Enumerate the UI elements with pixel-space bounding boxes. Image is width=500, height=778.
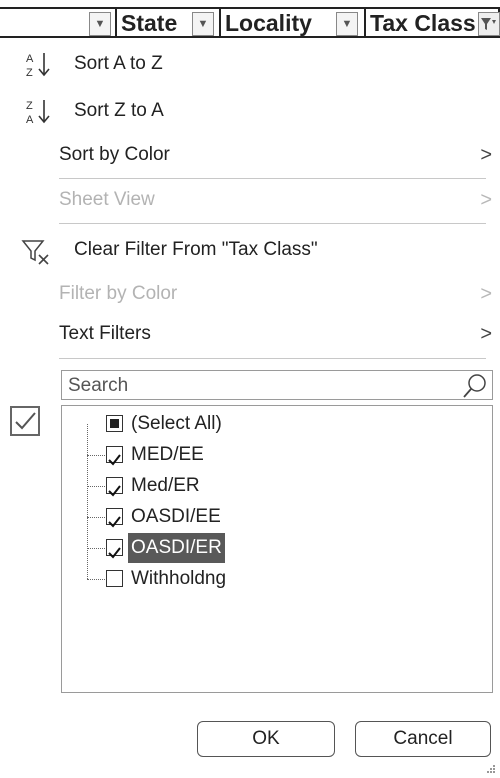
cancel-button[interactable]: Cancel <box>355 721 491 757</box>
column-header-label: Tax Class <box>370 10 476 36</box>
state-filter-dropdown[interactable]: ▼ <box>192 12 214 36</box>
select-all-checkbox[interactable] <box>106 415 123 432</box>
sort-a-to-z-label: Sort A to Z <box>74 53 163 74</box>
column-header-row: ▼ State ▼ Locality ▼ Tax Class <box>0 0 500 38</box>
checkmark-icon <box>108 547 121 559</box>
checkmark-icon <box>15 412 36 430</box>
search-input[interactable] <box>66 372 450 400</box>
checkmark-icon <box>108 485 121 497</box>
svg-text:Z: Z <box>26 100 33 112</box>
chevron-right-icon: > <box>480 323 492 345</box>
clear-filter-label: Clear Filter From "Tax Class" <box>74 239 318 260</box>
list-item-label: OASDI/ER <box>128 533 225 563</box>
text-filters-item[interactable]: Text Filters > <box>0 314 500 354</box>
item-checkbox[interactable] <box>106 446 123 466</box>
svg-text:A: A <box>26 53 34 65</box>
tree-connector <box>87 517 105 518</box>
tree-connector <box>87 424 88 579</box>
list-item-label: MED/EE <box>131 444 204 465</box>
checkmark-icon <box>108 454 121 466</box>
sheet-view-item: Sheet View > <box>0 180 500 220</box>
list-item-label: Med/ER <box>131 475 200 496</box>
svg-text:A: A <box>26 114 34 125</box>
sort-by-color-label: Sort by Color <box>59 144 170 165</box>
search-icon[interactable] <box>461 372 489 400</box>
sheet-view-label: Sheet View <box>59 189 155 210</box>
sort-az-icon: A Z <box>26 53 50 78</box>
list-item-label: (Select All) <box>131 413 222 434</box>
list-item-label: OASDI/EE <box>131 506 221 527</box>
filter-value-list[interactable]: (Select All) MED/EE Med/ER OASDI/EE OASD… <box>61 405 493 693</box>
item-checkbox[interactable] <box>106 477 123 497</box>
sort-za-icon: Z A <box>26 100 50 125</box>
tree-connector <box>87 455 105 456</box>
tree-connector <box>87 486 105 487</box>
dropdown-arrow-icon: ▼ <box>94 18 106 30</box>
chevron-right-icon: > <box>480 283 492 305</box>
column-header-label: State <box>121 10 178 36</box>
sort-by-color-item[interactable]: Sort by Color > <box>0 135 500 175</box>
svg-text:Z: Z <box>26 67 33 78</box>
tax-class-filter-dropdown[interactable] <box>478 12 500 36</box>
menu-divider <box>59 223 486 224</box>
chevron-right-icon: > <box>480 189 492 211</box>
filter-by-color-label: Filter by Color <box>59 283 178 304</box>
item-checkbox[interactable] <box>106 539 123 559</box>
item-checkbox[interactable] <box>106 570 123 587</box>
checkmark-icon <box>108 516 121 528</box>
column-filter-dropdown[interactable]: ▼ <box>89 12 111 36</box>
tree-connector <box>87 579 105 580</box>
clear-filter-item[interactable]: Clear Filter From "Tax Class" <box>0 230 500 270</box>
search-box[interactable] <box>61 370 493 400</box>
filter-active-icon <box>481 18 496 30</box>
partial-check-icon <box>110 419 119 428</box>
locality-filter-dropdown[interactable]: ▼ <box>336 12 358 36</box>
list-item-label: Withholdng <box>131 568 227 589</box>
sort-z-to-a-label: Sort Z to A <box>74 100 164 121</box>
menu-divider <box>59 358 486 359</box>
resize-grip-icon[interactable] <box>486 764 496 774</box>
ok-button[interactable]: OK <box>197 721 335 757</box>
item-checkbox[interactable] <box>106 508 123 528</box>
sort-a-to-z-item[interactable]: A Z Sort A to Z <box>0 44 500 84</box>
dropdown-arrow-icon: ▼ <box>341 18 353 30</box>
tree-connector <box>87 548 105 549</box>
menu-divider <box>59 178 486 179</box>
dropdown-arrow-icon: ▼ <box>197 18 209 30</box>
chevron-right-icon: > <box>480 144 492 166</box>
checkbox-icon <box>10 406 40 436</box>
text-filters-label: Text Filters <box>59 323 151 344</box>
filter-by-color-item: Filter by Color > <box>0 274 500 314</box>
clear-filter-icon <box>21 240 49 265</box>
column-header-label: Locality <box>225 10 312 36</box>
sort-z-to-a-item[interactable]: Z A Sort Z to A <box>0 91 500 131</box>
